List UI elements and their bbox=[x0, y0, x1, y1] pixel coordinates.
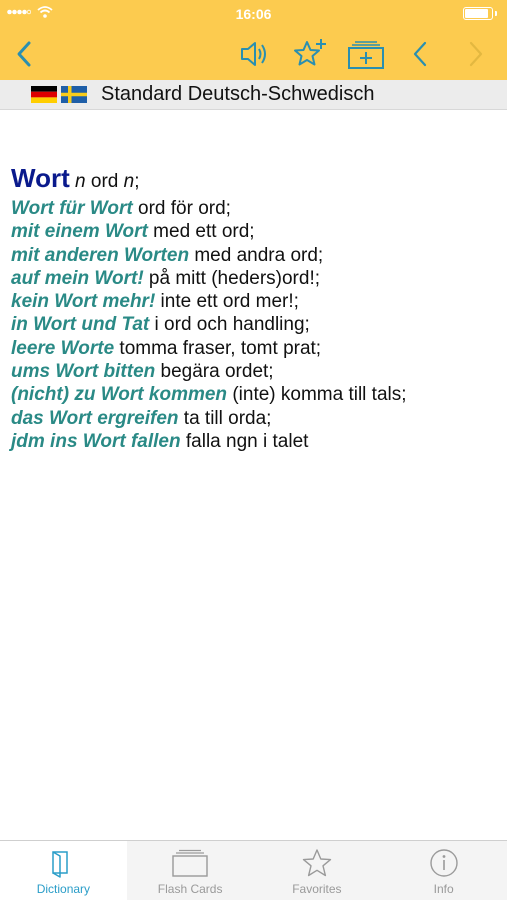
phrase-swedish: i ord och handling; bbox=[149, 314, 310, 336]
phrase-row: Wort für Wort ord för ord; bbox=[11, 197, 501, 220]
phrase-row: das Wort ergreifen ta till orda; bbox=[11, 407, 501, 430]
tab-label: Dictionary bbox=[36, 882, 91, 896]
phrase-row: kein Wort mehr! inte ett ord mer!; bbox=[11, 290, 501, 313]
dictionary-header: Standard Deutsch-Schwedisch bbox=[0, 80, 507, 110]
phrase-swedish: på mitt (heders)ord!; bbox=[143, 267, 320, 289]
phrase-german: mit einem Wort bbox=[11, 221, 148, 243]
swedish-flag-icon bbox=[61, 86, 87, 103]
tab-info[interactable]: Info bbox=[380, 841, 507, 900]
cards-plus-icon bbox=[348, 41, 384, 69]
phrase-row: ums Wort bitten begära ordet; bbox=[11, 360, 501, 383]
phrase-row: mit anderen Worten med andra ord; bbox=[11, 244, 501, 267]
phrase-swedish: tomma fraser, tomt prat; bbox=[114, 337, 322, 359]
battery-nub bbox=[495, 11, 497, 16]
phrase-german: das Wort ergreifen bbox=[11, 407, 179, 429]
dictionary-entry: Wort n ord n; Wort für Wort ord för ord;… bbox=[11, 163, 501, 453]
chevron-left-icon bbox=[413, 41, 427, 67]
status-time: 16:06 bbox=[235, 6, 272, 22]
phrase-german: leere Worte bbox=[11, 337, 115, 359]
add-flashcard-button[interactable] bbox=[346, 34, 386, 74]
star-plus-icon bbox=[294, 39, 326, 66]
phrase-row: jdm ins Wort fallen falla ngn i talet bbox=[11, 430, 501, 453]
phrase-row: leere Worte tomma fraser, tomt prat; bbox=[11, 337, 501, 360]
star-icon bbox=[302, 849, 332, 877]
phrase-german: in Wort und Tat bbox=[11, 314, 150, 336]
battery-icon bbox=[463, 7, 493, 20]
phrase-row: (nicht) zu Wort kommen (inte) komma till… bbox=[11, 383, 501, 406]
translation: ord bbox=[85, 171, 124, 192]
phrase-german: jdm ins Wort fallen bbox=[11, 430, 181, 452]
tab-label: Favorites bbox=[292, 882, 342, 896]
tab-flash-cards[interactable]: Flash Cards bbox=[127, 841, 254, 900]
language-flags bbox=[31, 86, 87, 103]
phrase-german: (nicht) zu Wort kommen bbox=[11, 384, 228, 406]
previous-entry-button[interactable] bbox=[400, 34, 440, 74]
info-icon bbox=[429, 849, 458, 877]
phrase-row: in Wort und Tat i ord och handling; bbox=[11, 313, 501, 336]
tab-label: Flash Cards bbox=[157, 882, 223, 896]
phrase-swedish: ord för ord; bbox=[132, 198, 231, 219]
phrase-swedish: ta till orda; bbox=[178, 407, 272, 429]
nav-bar bbox=[0, 28, 507, 80]
phrase-german: Wort für Wort bbox=[11, 198, 133, 219]
grammar-tag: n bbox=[123, 171, 135, 192]
german-flag-icon bbox=[31, 86, 57, 103]
top-bar: 16:06 bbox=[0, 0, 507, 80]
tab-label: Info bbox=[433, 882, 454, 896]
phrase-german: mit anderen Worten bbox=[11, 244, 190, 266]
phrase-swedish: med ett ord; bbox=[147, 221, 255, 243]
chevron-left-icon bbox=[17, 41, 31, 67]
phrase-row: mit einem Wort med ett ord; bbox=[11, 220, 501, 243]
headword-line: Wort n ord n; bbox=[11, 163, 501, 197]
chevron-right-icon bbox=[469, 41, 483, 67]
next-entry-button[interactable] bbox=[456, 34, 496, 74]
status-right bbox=[463, 7, 497, 20]
phrase-german: kein Wort mehr! bbox=[11, 291, 156, 313]
phrase-swedish: inte ett ord mer!; bbox=[155, 291, 299, 313]
speaker-icon bbox=[241, 42, 266, 66]
phrase-row: auf mein Wort! på mitt (heders)ord!; bbox=[11, 267, 501, 290]
tab-favorites[interactable]: Favorites bbox=[254, 841, 381, 900]
add-favorite-button[interactable] bbox=[290, 34, 330, 74]
back-button[interactable] bbox=[4, 34, 44, 74]
book-icon bbox=[52, 851, 69, 878]
status-bar: 16:06 bbox=[0, 0, 507, 28]
phrase-swedish: (inte) komma till tals; bbox=[227, 384, 407, 406]
grammar-tag: n bbox=[75, 171, 86, 192]
cards-icon bbox=[172, 849, 208, 877]
phrase-german: auf mein Wort! bbox=[11, 267, 144, 289]
dictionary-title: Standard Deutsch-Schwedisch bbox=[101, 83, 375, 105]
tab-dictionary[interactable]: Dictionary bbox=[0, 841, 127, 900]
phrase-german: ums Wort bitten bbox=[11, 361, 156, 383]
tab-bar: Dictionary Flash Cards Favorites Info bbox=[0, 840, 507, 900]
phrase-swedish: med andra ord; bbox=[189, 244, 324, 266]
battery-level bbox=[465, 9, 489, 18]
speak-button[interactable] bbox=[236, 34, 276, 74]
separator: ; bbox=[134, 171, 140, 192]
phrase-swedish: falla ngn i talet bbox=[180, 430, 309, 452]
phrase-swedish: begära ordet; bbox=[155, 361, 274, 383]
headword: Wort bbox=[11, 163, 70, 193]
